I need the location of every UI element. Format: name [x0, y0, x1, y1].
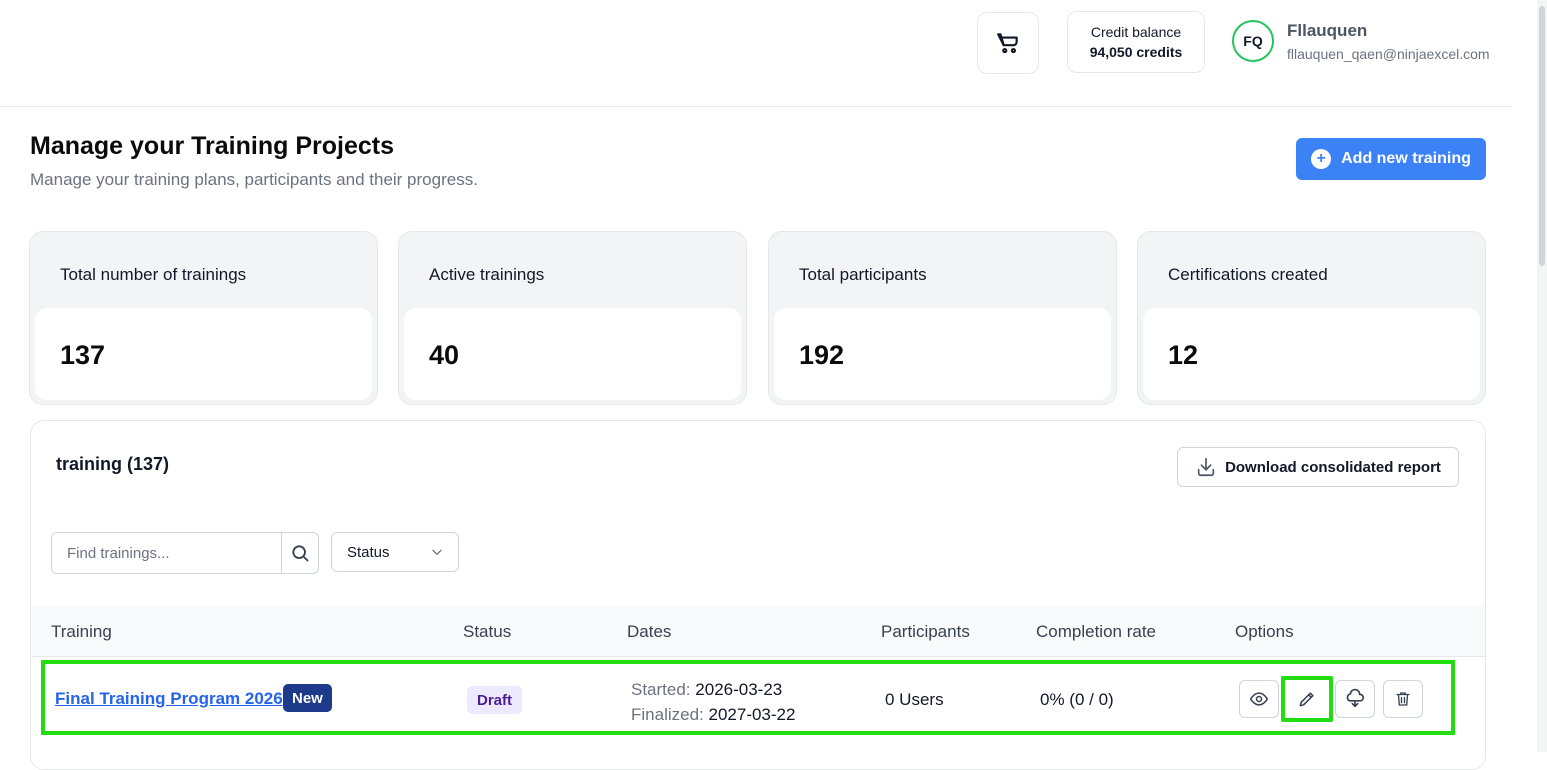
participants-count: 0 Users: [885, 690, 944, 709]
stat-value: 12: [1168, 340, 1199, 370]
column-header-training: Training: [51, 622, 112, 641]
search-icon: [292, 545, 309, 562]
user-email: fllauquen_qaen@ninjaexcel.com: [1287, 46, 1490, 62]
cloud-icon: [1346, 688, 1365, 708]
started-label: Started:: [631, 680, 691, 699]
page-scrollbar[interactable]: [1537, 0, 1547, 752]
column-header-dates: Dates: [627, 622, 672, 641]
status-filter-value: Status: [347, 543, 390, 561]
page-title: Manage your Training Projects: [30, 132, 394, 160]
column-header-options: Options: [1235, 622, 1294, 641]
stat-card-total-participants: Total participants 192: [768, 231, 1117, 405]
chevron-down-icon: [432, 549, 442, 555]
view-button[interactable]: [1239, 680, 1279, 718]
stat-label: Active trainings: [429, 265, 545, 284]
training-dates: Started: 2026-03-23 Finalized: 2027-03-2…: [631, 677, 795, 727]
edit-button[interactable]: [1281, 676, 1333, 722]
stat-card-certifications: Certifications created 12: [1137, 231, 1486, 405]
search-button[interactable]: [281, 533, 318, 573]
stat-value: 137: [60, 340, 106, 370]
top-header: Credit balance 94,050 credits FQ Fllauqu…: [0, 0, 1512, 107]
trainings-count-title: training (137): [56, 454, 170, 474]
download-icon: [1197, 457, 1215, 477]
cart-button[interactable]: [977, 12, 1039, 74]
stat-label: Certifications created: [1168, 265, 1328, 284]
stat-label: Total participants: [799, 265, 927, 284]
column-header-participants: Participants: [881, 622, 970, 641]
credit-balance: Credit balance 94,050 credits: [1067, 11, 1205, 73]
trash-icon: [1396, 692, 1410, 706]
finalized-date: 2027-03-22: [708, 705, 796, 724]
status-badge: Draft: [467, 686, 523, 714]
credit-label: Credit balance: [1090, 24, 1182, 40]
search-box: [51, 532, 319, 574]
add-new-training-button[interactable]: + Add new training: [1296, 138, 1486, 180]
download-report-label: Download consolidated report: [1225, 458, 1441, 476]
stat-value-box: 40: [404, 308, 741, 400]
user-name: Fllauquen: [1287, 21, 1368, 40]
completion-rate: 0% (0 / 0): [1040, 690, 1114, 709]
add-new-training-label: Add new training: [1341, 150, 1471, 167]
finalized-label: Finalized:: [631, 705, 704, 724]
stat-value: 192: [799, 340, 845, 370]
trainings-panel: training (137) Download consolidated rep…: [30, 420, 1486, 770]
stat-value-box: 192: [774, 308, 1111, 400]
stat-label: Total number of trainings: [60, 265, 247, 284]
table-header: Training Status Dates Participants Compl…: [31, 606, 1485, 657]
column-header-completion: Completion rate: [1036, 622, 1157, 641]
pencil-icon: [1299, 692, 1314, 707]
stat-value-box: 12: [1143, 308, 1480, 400]
cloud-button[interactable]: [1335, 680, 1375, 718]
table-row: Final Training Program 2026 New Draft St…: [41, 660, 1455, 735]
download-report-button[interactable]: Download consolidated report: [1177, 447, 1459, 487]
cart-icon: [997, 33, 1018, 54]
delete-button[interactable]: [1383, 680, 1423, 718]
scrollbar-thumb[interactable]: [1539, 6, 1545, 266]
stat-value: 40: [429, 340, 460, 370]
eye-icon: [1249, 692, 1269, 706]
plus-icon: +: [1311, 149, 1332, 169]
stat-value-box: 137: [35, 308, 372, 400]
avatar[interactable]: FQ: [1232, 20, 1274, 62]
training-name-link[interactable]: Final Training Program 2026: [55, 689, 283, 709]
new-badge: New: [283, 684, 332, 712]
column-header-status: Status: [463, 622, 512, 641]
stat-card-active-trainings: Active trainings 40: [398, 231, 747, 405]
credit-value: 94,050 credits: [1089, 44, 1183, 60]
search-input[interactable]: [52, 533, 281, 573]
status-filter-select[interactable]: Status: [331, 532, 459, 572]
started-date: 2026-03-23: [695, 680, 783, 699]
stat-card-total-trainings: Total number of trainings 137: [29, 231, 378, 405]
page-subtitle: Manage your training plans, participants…: [30, 170, 478, 189]
